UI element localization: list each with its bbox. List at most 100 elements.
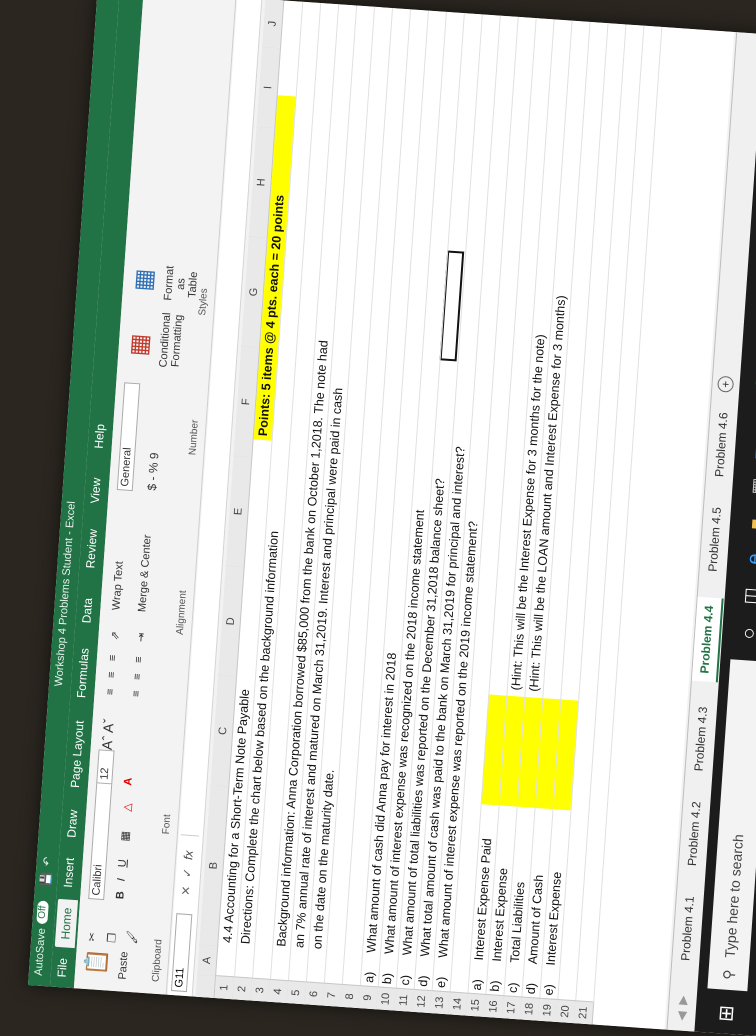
tab-data[interactable]: Data: [79, 597, 95, 623]
orientation-icon[interactable]: ⇗: [108, 631, 122, 641]
cell-a[interactable]: [450, 988, 468, 989]
format-as-table-button[interactable]: Format as Table: [162, 263, 201, 305]
cell-a[interactable]: [306, 978, 324, 979]
file-explorer-icon[interactable]: ■: [746, 518, 756, 530]
align-left-icon[interactable]: ≡: [130, 690, 142, 697]
cell-a[interactable]: c): [396, 974, 415, 986]
cell-a[interactable]: c): [504, 982, 523, 994]
undo-icon[interactable]: ↶: [40, 856, 54, 866]
autosave-toggle[interactable]: Off: [36, 900, 49, 924]
spreadsheet-grid[interactable]: A B C D E F G H I J 14.4 Accounting for …: [196, 0, 735, 1030]
conditional-formatting-icon[interactable]: ▦: [124, 333, 155, 358]
windows-start-icon[interactable]: ⊞: [713, 1004, 739, 1022]
cell-a[interactable]: d): [414, 975, 433, 987]
name-box[interactable]: G11: [171, 913, 192, 992]
cell-a[interactable]: b): [378, 972, 397, 984]
task-view-icon[interactable]: ◫: [740, 587, 756, 605]
store-icon[interactable]: ▦: [748, 477, 756, 495]
row-header[interactable]: 21: [574, 1000, 595, 1024]
align-top-icon[interactable]: ≡: [104, 688, 116, 695]
cell-a[interactable]: [558, 996, 576, 997]
cell-b[interactable]: [254, 945, 272, 946]
paste-button[interactable]: Paste: [117, 951, 131, 980]
tab-review[interactable]: Review: [83, 529, 100, 569]
scroll-right-icon[interactable]: ▶: [675, 995, 690, 1005]
mail-icon[interactable]: ✉: [750, 444, 756, 461]
tab-help[interactable]: Help: [92, 424, 108, 450]
font-size-select[interactable]: 12: [96, 749, 114, 784]
cell-a[interactable]: d): [522, 982, 541, 994]
select-all-corner[interactable]: [196, 974, 217, 998]
align-right-icon[interactable]: ≡: [133, 656, 145, 663]
save-icon[interactable]: 💾: [39, 872, 53, 887]
cell-a[interactable]: e): [432, 976, 451, 988]
cell-b[interactable]: [326, 950, 344, 951]
cell-a[interactable]: a): [360, 971, 379, 983]
cell-hint[interactable]: [489, 688, 507, 689]
number-format-buttons[interactable]: $ - % 9: [145, 452, 162, 491]
align-bottom-icon[interactable]: ≡: [107, 654, 119, 661]
align-middle-icon[interactable]: ≡: [106, 671, 118, 678]
cell-b[interactable]: [344, 951, 362, 952]
scroll-left-icon[interactable]: ◀: [674, 1011, 689, 1021]
sheet-tab[interactable]: Problem 4.6: [712, 412, 730, 478]
italic-button[interactable]: I: [115, 878, 127, 882]
cell-a[interactable]: [324, 980, 342, 981]
align-center-icon[interactable]: ≡: [132, 673, 144, 680]
tab-draw[interactable]: Draw: [64, 809, 80, 838]
answer-cells-highlight[interactable]: [481, 694, 578, 810]
tab-insert[interactable]: Insert: [61, 857, 77, 888]
edge-icon[interactable]: e: [743, 553, 756, 566]
cut-icon[interactable]: ✂: [85, 932, 99, 942]
tab-formulas[interactable]: Formulas: [74, 648, 91, 699]
paste-icon[interactable]: 📋: [83, 947, 111, 976]
cell-a[interactable]: [216, 972, 234, 973]
cell-a[interactable]: [270, 976, 288, 977]
font-name-select[interactable]: Calibri: [88, 781, 112, 900]
column-header[interactable]: J: [262, 0, 284, 48]
borders-icon[interactable]: ▦: [118, 831, 132, 842]
add-sheet-button[interactable]: +: [717, 376, 734, 393]
cancel-icon[interactable]: ✕: [179, 885, 194, 896]
conditional-formatting-button[interactable]: Conditional Formatting: [157, 305, 186, 377]
sheet-tab[interactable]: Problem 4.1: [678, 896, 696, 962]
fill-color-icon[interactable]: △: [120, 803, 134, 812]
column-header[interactable]: D: [218, 565, 245, 677]
confirm-icon[interactable]: ✓: [180, 867, 195, 878]
wrap-text-button[interactable]: Wrap Text: [110, 561, 125, 611]
cell-hint[interactable]: [543, 692, 561, 693]
sheet-tab[interactable]: Problem 4.5: [706, 507, 724, 573]
cell-b[interactable]: [560, 966, 578, 967]
font-color-icon[interactable]: A: [122, 777, 135, 786]
column-header[interactable]: A: [197, 944, 218, 976]
cell-hint[interactable]: [561, 693, 579, 694]
cortana-icon[interactable]: ○: [738, 627, 756, 641]
format-as-table-icon[interactable]: ▦: [129, 268, 160, 293]
sheet-tab[interactable]: Problem 4.2: [685, 801, 703, 867]
tab-view[interactable]: View: [88, 477, 104, 504]
tab-home[interactable]: Home: [55, 899, 78, 948]
cell-a[interactable]: [575, 997, 593, 998]
cell-a[interactable]: b): [486, 980, 505, 992]
format-painter-icon[interactable]: 🖌: [125, 930, 139, 945]
tab-file[interactable]: File: [55, 958, 70, 978]
indent-icon[interactable]: ⇥: [134, 632, 148, 642]
copy-icon[interactable]: ❐: [105, 932, 119, 943]
merge-center-button[interactable]: Merge & Center: [136, 534, 153, 612]
sheet-tab[interactable]: Problem 4.3: [692, 706, 710, 772]
tab-page-layout[interactable]: Page Layout: [68, 720, 87, 788]
cell-b[interactable]: [452, 959, 470, 960]
underline-button[interactable]: U: [116, 859, 129, 868]
column-header[interactable]: E: [226, 455, 253, 567]
cell-a[interactable]: e): [540, 984, 559, 996]
function-icon[interactable]: fx: [181, 850, 196, 860]
number-format-select[interactable]: General: [117, 382, 140, 491]
cell-a[interactable]: a): [468, 979, 487, 991]
bold-button[interactable]: B: [114, 891, 127, 900]
grow-font-button[interactable]: Aˆ Aˇ: [99, 718, 117, 750]
cell-a[interactable]: [288, 977, 306, 978]
cell-b[interactable]: [578, 967, 596, 968]
cell-a[interactable]: [252, 975, 270, 976]
cell-a[interactable]: [342, 981, 360, 982]
cell-a[interactable]: [234, 973, 252, 974]
